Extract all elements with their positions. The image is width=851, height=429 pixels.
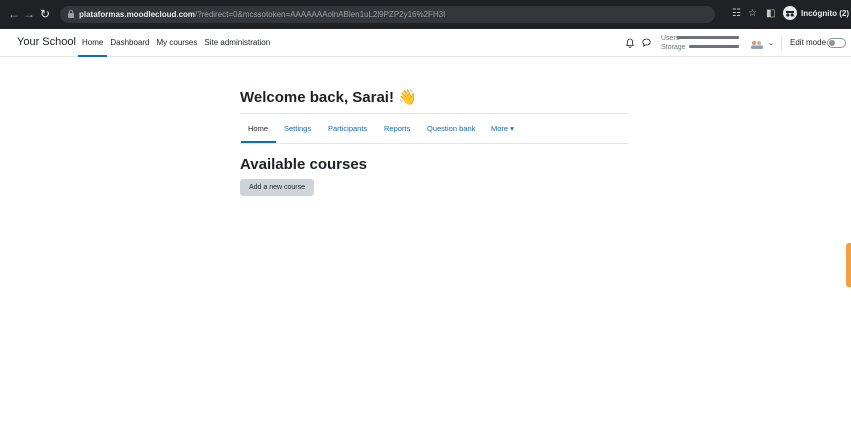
nav-item-site-administration[interactable]: Site administration <box>204 29 270 57</box>
toggle-knob <box>829 40 835 46</box>
waving-hand-icon: 👋 <box>397 89 417 106</box>
incognito-icon <box>783 6 797 20</box>
quota-storage-label: Storage <box>661 44 686 51</box>
site-brand[interactable]: Your School <box>17 36 76 48</box>
tab-reports[interactable]: Reports <box>384 124 410 133</box>
address-bar[interactable]: plataformas.moodlecloud.com/?redirect=0&… <box>60 6 715 23</box>
active-tab-indicator <box>241 141 276 143</box>
nav-item-dashboard[interactable]: Dashboard <box>110 29 149 57</box>
incognito-label: Incógnito (2) <box>801 8 849 18</box>
back-arrow-icon[interactable]: ← <box>8 7 20 21</box>
nav-item-my-courses[interactable]: My courses <box>156 29 197 57</box>
drawer-toggle-handle[interactable] <box>846 243 851 287</box>
quota-storage-bar <box>689 45 739 48</box>
avatar[interactable] <box>750 38 764 50</box>
top-navbar: Your School Home Dashboard My courses Si… <box>0 29 851 57</box>
messages-icon[interactable] <box>642 38 651 47</box>
nav-item-home[interactable]: Home <box>77 29 108 57</box>
section-title: Available courses <box>240 156 368 173</box>
tab-home[interactable]: Home <box>248 124 268 133</box>
tab-settings[interactable]: Settings <box>284 124 311 133</box>
bell-icon[interactable] <box>626 38 634 48</box>
chevron-down-icon[interactable]: ⌄ <box>768 39 774 47</box>
edit-mode-label: Edit mode <box>790 38 827 47</box>
url-path: /?redirect=0&mcssotoken=AAAAAAAolnABlen1… <box>195 10 446 19</box>
incognito-indicator[interactable]: Incógnito (2) <box>783 6 849 20</box>
forward-arrow-icon[interactable]: → <box>23 7 35 21</box>
tab-more[interactable]: More ▾ <box>491 124 514 133</box>
welcome-text: Welcome back, Sarai! <box>240 89 394 106</box>
tab-participants[interactable]: Participants <box>328 124 367 133</box>
primary-navigation: Home Dashboard My courses Site administr… <box>77 29 270 57</box>
star-icon[interactable]: ☆ <box>748 8 757 20</box>
side-panel-icon[interactable]: ◧ <box>766 8 775 20</box>
lock-icon <box>68 10 74 18</box>
divider <box>781 36 782 51</box>
translate-icon[interactable]: ☷ <box>732 8 741 20</box>
quota-users-bar <box>677 36 739 39</box>
browser-toolbar: ← → ↻ plataformas.moodlecloud.com/?redir… <box>0 0 851 29</box>
add-course-button[interactable]: Add a new course <box>240 179 314 196</box>
url-text: plataformas.moodlecloud.com/?redirect=0&… <box>79 9 445 20</box>
page-title: Welcome back, Sarai! 👋 <box>240 88 417 106</box>
tab-question-bank[interactable]: Question bank <box>427 124 475 133</box>
edit-mode-toggle[interactable] <box>827 38 846 48</box>
secondary-navigation: Home Settings Participants Reports Quest… <box>240 114 629 144</box>
reload-icon[interactable]: ↻ <box>40 7 50 21</box>
url-host: plataformas.moodlecloud.com <box>79 10 196 19</box>
